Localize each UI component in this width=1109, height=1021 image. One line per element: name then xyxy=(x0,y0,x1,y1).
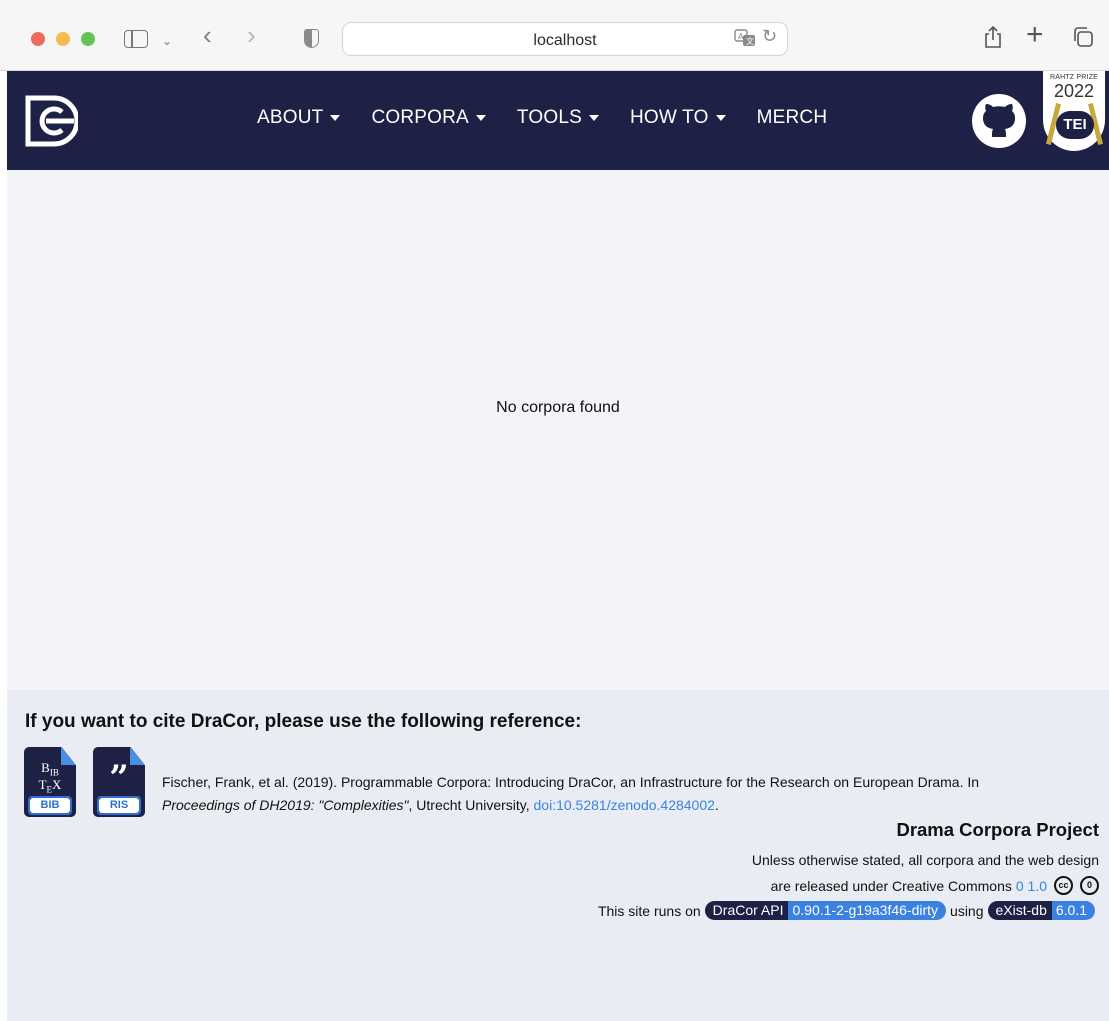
license-line-1: Unless otherwise stated, all corpora and… xyxy=(751,852,1099,868)
caret-down-icon xyxy=(330,115,341,121)
cc0-link[interactable]: 0 1.0 xyxy=(1016,878,1047,894)
ris-tag: RIS xyxy=(99,798,139,813)
nav-tools-label: TOOLS xyxy=(516,107,582,128)
tei-rahtz-prize-badge[interactable]: RAHTZ PRIZE 2022 TEI xyxy=(1043,71,1105,151)
sidebar-toggle-icon[interactable] xyxy=(124,30,148,48)
main-content: No corpora found xyxy=(7,170,1109,690)
runs-on-prefix: This site runs on xyxy=(597,902,701,919)
license-line-2: are released under Creative Commons 0 1.… xyxy=(771,876,1099,895)
nav-about[interactable]: ABOUT xyxy=(257,107,341,129)
api-version: 0.90.1-2-g19a3f46-dirty xyxy=(788,901,947,920)
citation-place: , Utrecht University, xyxy=(408,797,534,813)
nav-corpora[interactable]: CORPORA xyxy=(371,107,486,129)
badge-prize-text: RAHTZ PRIZE xyxy=(1049,74,1099,81)
citation-text: Fischer, Frank, et al. (2019). Programma… xyxy=(162,771,1092,817)
quote-icon: ” xyxy=(109,758,129,798)
nav-how-to-label: HOW TO xyxy=(629,107,709,128)
reload-icon[interactable]: ↻ xyxy=(762,26,777,47)
browser-toolbar: ⌄ ‹ › localhost A 文 ↻ + xyxy=(0,0,1109,71)
tab-overview-icon[interactable] xyxy=(1073,27,1093,47)
cc-zero-icon: 0 xyxy=(1080,876,1099,895)
zoom-window-button[interactable] xyxy=(81,32,95,46)
back-icon[interactable]: ‹ xyxy=(203,22,212,48)
db-name: eXist-db xyxy=(987,901,1052,920)
caret-down-icon xyxy=(715,115,726,121)
cc-icon: cc xyxy=(1054,876,1073,895)
address-bar[interactable]: localhost xyxy=(342,22,788,56)
caret-down-icon xyxy=(588,115,599,121)
nav-about-label: ABOUT xyxy=(257,107,324,128)
project-title: Drama Corpora Project xyxy=(896,819,1099,840)
address-url: localhost xyxy=(533,32,597,49)
bibtex-icon: BIB TEX xyxy=(38,760,62,795)
caret-down-icon xyxy=(475,115,486,121)
api-version-badge[interactable]: DraCor API 0.90.1-2-g19a3f46-dirty xyxy=(704,901,947,920)
close-window-button[interactable] xyxy=(31,32,45,46)
citation-end: . xyxy=(714,797,719,813)
cite-heading: If you want to cite DraCor, please use t… xyxy=(25,711,582,732)
main-nav: ABOUT CORPORA TOOLS HOW TO MERCH xyxy=(257,107,858,129)
using-text: using xyxy=(950,902,984,919)
nav-corpora-label: CORPORA xyxy=(371,107,469,128)
share-icon[interactable] xyxy=(982,25,1004,49)
translate-icon[interactable]: A 文 xyxy=(734,29,756,47)
github-icon[interactable] xyxy=(971,93,1027,149)
download-ris-button[interactable]: ” RIS xyxy=(93,747,145,817)
db-version-badge[interactable]: eXist-db 6.0.1 xyxy=(987,901,1095,920)
footer: If you want to cite DraCor, please use t… xyxy=(7,690,1109,1021)
citation-doi-link[interactable]: doi:10.5281/zenodo.4284002 xyxy=(534,797,715,813)
privacy-shield-icon[interactable] xyxy=(304,29,319,48)
nav-merch[interactable]: MERCH xyxy=(757,107,828,129)
bib-tag: BIB xyxy=(30,798,70,813)
nav-merch-label: MERCH xyxy=(756,107,828,128)
db-version: 6.0.1 xyxy=(1051,901,1095,920)
runs-on-line: This site runs on DraCor API 0.90.1-2-g1… xyxy=(598,901,1099,920)
chevron-down-icon[interactable]: ⌄ xyxy=(162,30,172,52)
svg-text:文: 文 xyxy=(746,36,754,46)
new-tab-icon[interactable]: + xyxy=(1026,18,1044,52)
download-bib-button[interactable]: BIB TEX BIB xyxy=(24,747,76,817)
minimize-window-button[interactable] xyxy=(56,32,70,46)
dracor-logo-icon[interactable] xyxy=(24,94,78,148)
nav-how-to[interactable]: HOW TO xyxy=(630,107,726,129)
api-name: DraCor API xyxy=(704,901,789,920)
nav-tools[interactable]: TOOLS xyxy=(517,107,599,129)
empty-state-message: No corpora found xyxy=(496,399,620,416)
citation-authors-title: Fischer, Frank, et al. (2019). Programma… xyxy=(162,774,980,790)
site-navbar: ABOUT CORPORA TOOLS HOW TO MERCH RAHTZ P… xyxy=(7,71,1109,170)
license-text: are released under Creative Commons xyxy=(770,877,1012,894)
citation-venue: Proceedings of DH2019: "Complexities" xyxy=(162,797,409,813)
svg-text:A: A xyxy=(738,32,744,41)
badge-label: TEI xyxy=(1063,116,1087,133)
badge-year: 2022 xyxy=(1053,81,1095,101)
forward-icon[interactable]: › xyxy=(247,22,256,48)
